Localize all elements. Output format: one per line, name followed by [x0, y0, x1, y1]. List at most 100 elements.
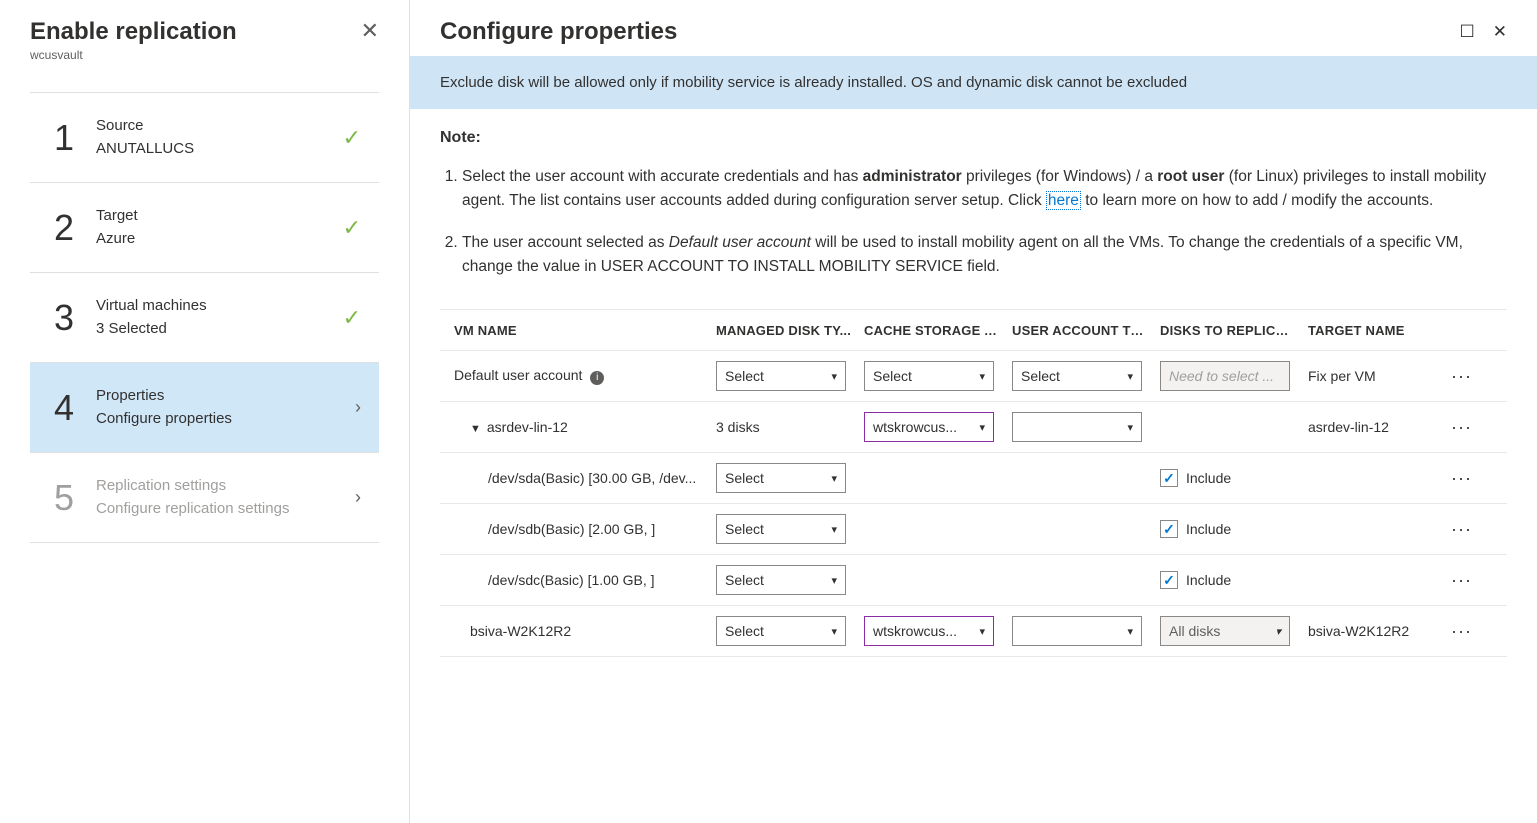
step-number: 3 [48, 297, 80, 339]
chevron-down-icon: ▾ [831, 523, 837, 536]
col-vm-name: VM NAME [440, 313, 710, 348]
maximize-icon[interactable]: ☐ [1460, 22, 1475, 42]
note-heading: Note: [440, 129, 1507, 147]
step-label: Virtual machines [96, 295, 343, 318]
cache-storage-select[interactable]: Select▾ [864, 361, 994, 391]
note-list: Select the user account with accurate cr… [440, 165, 1507, 279]
chevron-down-icon: ▾ [831, 472, 837, 485]
chevron-down-icon: ▾ [831, 370, 837, 383]
chevron-right-icon: › [355, 397, 361, 418]
col-managed-disk: MANAGED DISK TY... [710, 313, 858, 348]
disk-name: /dev/sdb(Basic) [2.00 GB, ] [440, 511, 710, 547]
row-default-account: Default user account i Select▾ Select▾ S… [440, 351, 1507, 402]
managed-disk-select[interactable]: Select▾ [716, 514, 846, 544]
chevron-down-icon: ▾ [1127, 625, 1133, 638]
disk-name: /dev/sda(Basic) [30.00 GB, /dev... [440, 460, 710, 496]
expand-icon[interactable]: ▼ [470, 423, 481, 435]
row-disk: /dev/sdb(Basic) [2.00 GB, ] Select▾ ✓ In… [440, 504, 1507, 555]
wizard-title: Enable replication [30, 18, 237, 46]
include-checkbox[interactable]: ✓ Include [1160, 571, 1231, 589]
checkbox-icon: ✓ [1160, 469, 1178, 487]
step-number: 2 [48, 207, 80, 249]
step-value: 3 Selected [96, 318, 343, 341]
step-value: Configure properties [96, 408, 355, 431]
vm-table: VM NAME MANAGED DISK TY... CACHE STORAGE… [440, 309, 1507, 657]
check-icon: ✓ [343, 125, 361, 151]
target-name: asrdev-lin-12 [1302, 409, 1442, 445]
wizard-sidebar: Enable replication wcusvault ✕ 1 Source … [0, 0, 410, 823]
wizard-subtitle: wcusvault [30, 48, 237, 62]
disks-replicate-select: All disks▾ [1160, 616, 1290, 646]
step-source[interactable]: 1 Source ANUTALLUCS ✓ [30, 92, 379, 182]
row-disk: /dev/sdc(Basic) [1.00 GB, ] Select▾ ✓ In… [440, 555, 1507, 606]
include-checkbox[interactable]: ✓ Include [1160, 469, 1231, 487]
table-header: VM NAME MANAGED DISK TY... CACHE STORAGE… [440, 309, 1507, 351]
chevron-down-icon: ▾ [831, 625, 837, 638]
step-number: 4 [48, 387, 80, 429]
managed-disk-select[interactable]: Select▾ [716, 565, 846, 595]
checkbox-icon: ✓ [1160, 520, 1178, 538]
more-icon[interactable]: ··· [1451, 570, 1472, 590]
more-icon[interactable]: ··· [1451, 366, 1472, 386]
row-disk: /dev/sda(Basic) [30.00 GB, /dev... Selec… [440, 453, 1507, 504]
disks-count: 3 disks [710, 409, 858, 445]
step-properties[interactable]: 4 Properties Configure properties › [30, 362, 379, 452]
check-icon: ✓ [343, 305, 361, 331]
wizard-steps: 1 Source ANUTALLUCS ✓ 2 Target Azure ✓ 3… [30, 92, 379, 543]
step-virtual-machines[interactable]: 3 Virtual machines 3 Selected ✓ [30, 272, 379, 362]
more-icon[interactable]: ··· [1451, 519, 1472, 539]
close-icon[interactable]: ✕ [1493, 22, 1507, 42]
chevron-down-icon: ▾ [979, 625, 985, 638]
vm-name-cell[interactable]: ▼asrdev-lin-12 [440, 409, 710, 445]
row-vm: bsiva-W2K12R2 Select▾ wtskrowcus...▾ ▾ A… [440, 606, 1507, 657]
include-checkbox[interactable]: ✓ Include [1160, 520, 1231, 538]
main-panel: Configure properties ☐ ✕ Exclude disk wi… [410, 0, 1537, 823]
close-icon[interactable]: ✕ [361, 18, 379, 44]
row-vm: ▼asrdev-lin-12 3 disks wtskrowcus...▾ ▾ … [440, 402, 1507, 453]
step-target[interactable]: 2 Target Azure ✓ [30, 182, 379, 272]
step-value: Azure [96, 228, 343, 251]
target-name: Fix per VM [1302, 358, 1442, 394]
target-name: bsiva-W2K12R2 [1302, 613, 1442, 649]
chevron-right-icon: › [355, 487, 361, 508]
more-icon[interactable]: ··· [1451, 468, 1472, 488]
user-account-select[interactable]: ▾ [1012, 412, 1142, 442]
step-value: Configure replication settings [96, 498, 355, 521]
page-title: Configure properties [440, 18, 677, 46]
info-banner: Exclude disk will be allowed only if mob… [410, 56, 1537, 109]
check-icon: ✓ [343, 215, 361, 241]
col-target-name: TARGET NAME [1302, 313, 1442, 348]
chevron-down-icon: ▾ [1275, 625, 1281, 638]
disk-name: /dev/sdc(Basic) [1.00 GB, ] [440, 562, 710, 598]
chevron-down-icon: ▾ [979, 370, 985, 383]
chevron-down-icon: ▾ [1127, 370, 1133, 383]
more-icon[interactable]: ··· [1451, 417, 1472, 437]
disks-replicate-select: Need to select ... [1160, 361, 1290, 391]
step-label: Target [96, 205, 343, 228]
user-account-select[interactable]: ▾ [1012, 616, 1142, 646]
checkbox-icon: ✓ [1160, 571, 1178, 589]
step-replication-settings: 5 Replication settings Configure replica… [30, 452, 379, 543]
learn-more-link[interactable]: here [1046, 191, 1081, 210]
cell-label: Default user account [454, 367, 582, 383]
step-label: Properties [96, 385, 355, 408]
step-label: Source [96, 115, 343, 138]
step-value: ANUTALLUCS [96, 138, 343, 161]
note-item-1: Select the user account with accurate cr… [462, 165, 1507, 213]
cache-storage-select[interactable]: wtskrowcus...▾ [864, 616, 994, 646]
info-icon[interactable]: i [590, 371, 604, 385]
user-account-select[interactable]: Select▾ [1012, 361, 1142, 391]
step-label: Replication settings [96, 475, 355, 498]
col-user-account: USER ACCOUNT TO... [1006, 313, 1154, 348]
cache-storage-select[interactable]: wtskrowcus...▾ [864, 412, 994, 442]
chevron-down-icon: ▾ [1127, 421, 1133, 434]
col-cache-storage: CACHE STORAGE A... [858, 313, 1006, 348]
step-number: 1 [48, 117, 80, 159]
note-item-2: The user account selected as Default use… [462, 231, 1507, 279]
managed-disk-select[interactable]: Select▾ [716, 361, 846, 391]
chevron-down-icon: ▾ [831, 574, 837, 587]
managed-disk-select[interactable]: Select▾ [716, 463, 846, 493]
managed-disk-select[interactable]: Select▾ [716, 616, 846, 646]
more-icon[interactable]: ··· [1451, 621, 1472, 641]
vm-name-cell[interactable]: bsiva-W2K12R2 [440, 613, 710, 649]
